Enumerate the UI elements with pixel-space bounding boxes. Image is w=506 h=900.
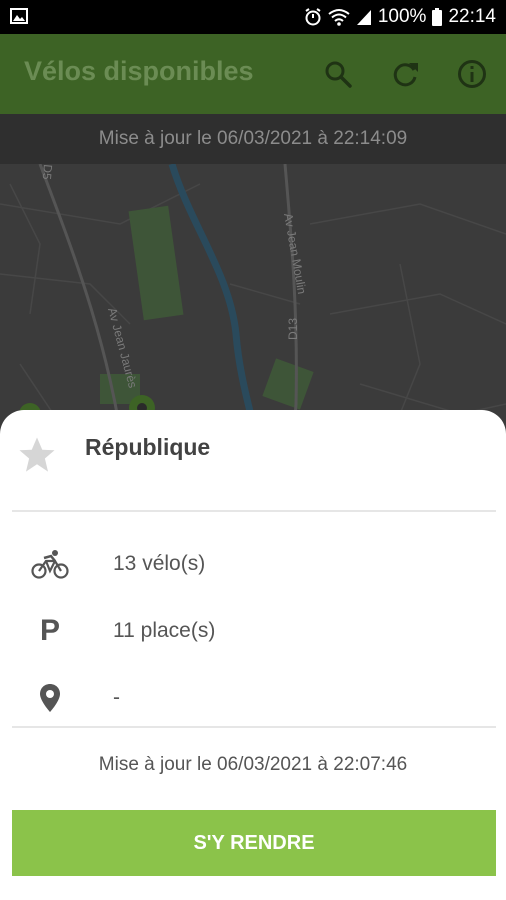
image-notification-icon: [10, 8, 28, 24]
divider: [12, 726, 496, 728]
divider: [12, 510, 496, 512]
location-pin-icon: [30, 678, 70, 718]
battery-icon: [432, 8, 443, 26]
battery-level: 100%: [377, 6, 427, 27]
update-banner: Mise à jour le 06/03/2021 à 22:14:09: [0, 114, 506, 164]
search-icon[interactable]: [322, 58, 354, 90]
alarm-icon: [305, 8, 321, 26]
signal-icon: [356, 10, 371, 25]
street-label: D13: [286, 318, 300, 340]
bike-icon: [30, 544, 70, 584]
clock: 22:14: [448, 6, 496, 27]
wifi-icon: [328, 9, 350, 26]
favorite-star-icon[interactable]: [16, 434, 58, 476]
app-title: Vélos disponibles: [24, 56, 254, 86]
station-name: République: [85, 434, 211, 460]
station-detail-sheet: République 13 vélo(s) P 11 place(s) - Mi…: [0, 410, 506, 900]
navigate-button[interactable]: S'Y RENDRE: [12, 810, 496, 876]
app-bar: Vélos disponibles: [0, 34, 506, 114]
station-update-time: Mise à jour le 06/03/2021 à 22:07:46: [98, 754, 408, 775]
status-bar: 100% 22:14: [0, 0, 506, 34]
refresh-icon[interactable]: [389, 58, 421, 90]
street-label: D5: [40, 164, 55, 181]
parking-icon: P: [39, 614, 60, 647]
station-address: -: [113, 686, 120, 709]
bike-count: 13 vélo(s): [113, 552, 206, 575]
info-icon[interactable]: [456, 58, 488, 90]
place-count: 11 place(s): [113, 619, 216, 642]
